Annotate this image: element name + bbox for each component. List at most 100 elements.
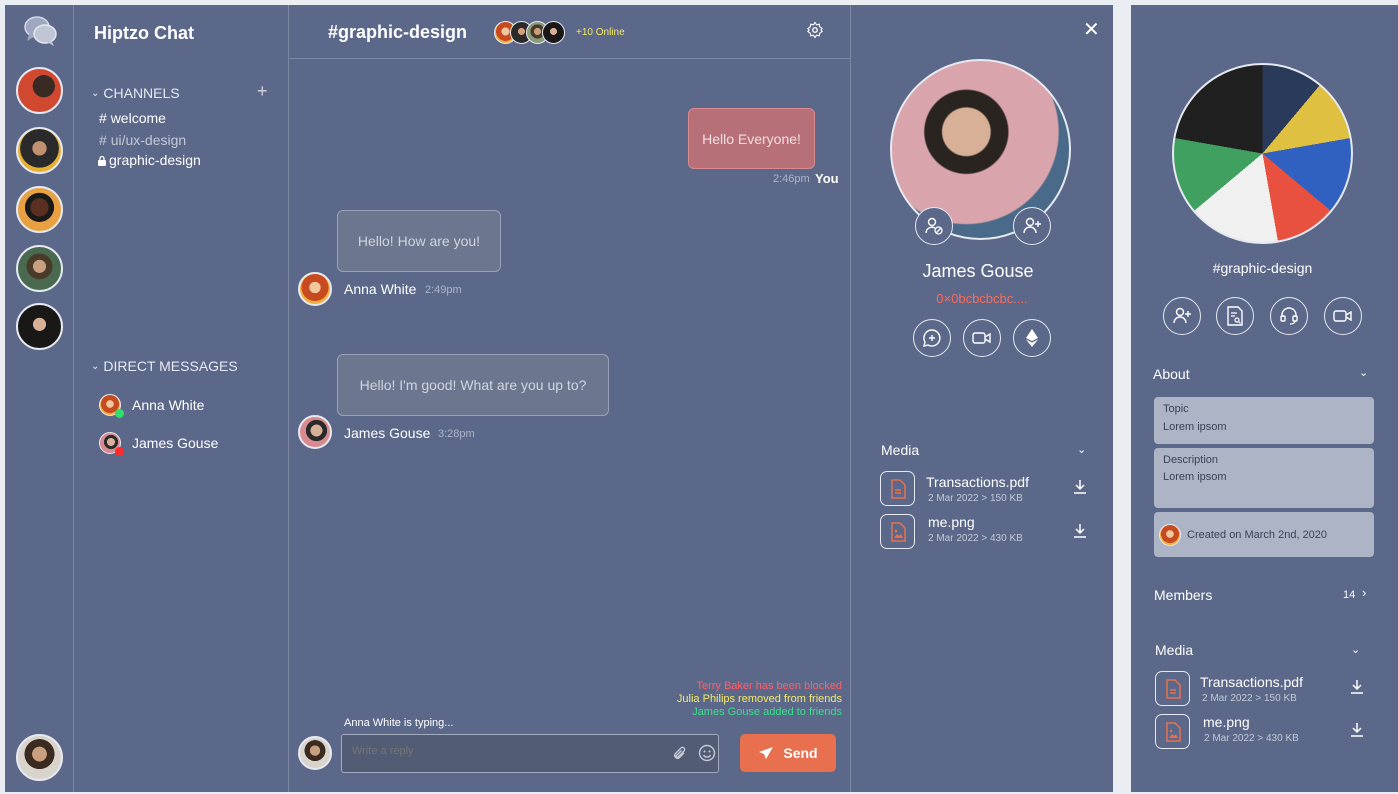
- pdf-file-icon: [1155, 671, 1190, 706]
- created-text: Created on March 2nd, 2020: [1187, 529, 1328, 541]
- chevron-right-icon[interactable]: ›: [1362, 585, 1366, 600]
- user-block-icon: [925, 217, 943, 235]
- avatar[interactable]: [298, 415, 332, 449]
- message-bubble[interactable]: Hello! I'm good! What are you up to?: [337, 354, 609, 416]
- reply-input-box[interactable]: [341, 734, 719, 773]
- topic-value: Lorem ipsom: [1163, 421, 1227, 433]
- block-user-button[interactable]: [915, 207, 953, 245]
- download-icon[interactable]: [1350, 679, 1364, 700]
- message-bubble[interactable]: Hello! How are you!: [337, 210, 501, 272]
- reply-input[interactable]: [352, 745, 652, 757]
- description-value: Lorem ipsom: [1163, 471, 1227, 483]
- dm-item-james-gouse[interactable]: James Gouse: [99, 431, 279, 456]
- download-icon[interactable]: [1073, 523, 1087, 544]
- direct-messages-header[interactable]: ⌄ DIRECT MESSAGES: [91, 358, 238, 374]
- file-name[interactable]: Transactions.pdf: [926, 474, 1029, 490]
- send-button[interactable]: Send: [740, 734, 836, 772]
- chevron-down-icon: ⌄: [91, 87, 100, 99]
- channel-info-panel: #graphic-design About ⌄ Topic Lorem ipso…: [1131, 5, 1398, 792]
- add-channel-icon[interactable]: +: [257, 81, 268, 102]
- download-icon[interactable]: [1073, 479, 1087, 500]
- file-meta: 2 Mar 2022 > 150 KB: [1202, 693, 1297, 704]
- server-avatar-5[interactable]: [16, 303, 63, 350]
- channel-item-welcome[interactable]: # welcome: [99, 110, 166, 126]
- chat-logo-icon[interactable]: [24, 15, 58, 52]
- notification-removed: Julia Philips removed from friends: [676, 693, 842, 705]
- video-icon: [1333, 310, 1352, 322]
- gear-icon[interactable]: [806, 21, 824, 44]
- notification-added: James Gouse added to friends: [692, 706, 842, 718]
- typing-indicator: Anna White is typing...: [344, 717, 454, 729]
- profile-name: James Gouse: [922, 261, 1034, 281]
- pdf-file-icon: [880, 471, 915, 506]
- chevron-down-icon[interactable]: ⌄: [1359, 366, 1368, 379]
- chat-panel: #graphic-design +10 Online Hello Everyon…: [289, 5, 851, 792]
- media-label: Media: [1155, 642, 1194, 658]
- members-label[interactable]: Members: [1154, 587, 1212, 603]
- add-friend-button[interactable]: [1013, 207, 1051, 245]
- message-time: 3:28pm: [438, 428, 475, 440]
- channels-header[interactable]: ⌄ CHANNELS: [91, 85, 180, 101]
- chat-button[interactable]: [913, 319, 951, 357]
- add-member-button[interactable]: [1163, 297, 1201, 335]
- wallet-address[interactable]: 0×0bcbcbcbc....: [851, 291, 1113, 306]
- message-author: You: [815, 171, 839, 186]
- chevron-down-icon[interactable]: ⌄: [1077, 443, 1086, 456]
- server-avatar-3[interactable]: [16, 186, 63, 233]
- server-rail: [5, 5, 74, 792]
- topic-card: Topic Lorem ipsom: [1154, 397, 1374, 444]
- dm-item-anna-white[interactable]: Anna White: [99, 393, 279, 418]
- status-dot: [115, 447, 124, 456]
- current-user-avatar[interactable]: [298, 736, 332, 770]
- channel-name: #graphic-design: [1212, 260, 1313, 276]
- members-count: 14: [1343, 589, 1356, 601]
- online-avatars[interactable]: [494, 21, 569, 45]
- file-name[interactable]: Transactions.pdf: [1200, 674, 1303, 690]
- file-meta: 2 Mar 2022 > 150 KB: [928, 493, 1023, 504]
- own-message-bubble[interactable]: Hello Everyone!: [688, 108, 815, 169]
- video-call-button[interactable]: [1324, 297, 1362, 335]
- paperclip-icon[interactable]: [672, 745, 688, 768]
- ethereum-button[interactable]: [1013, 319, 1051, 357]
- user-profile-panel: ✕ James Gouse 0×0bcbcbcbc.... Media ⌄ Tr…: [851, 5, 1113, 792]
- video-call-button[interactable]: [963, 319, 1001, 357]
- file-meta: 2 Mar 2022 > 430 KB: [928, 533, 1023, 544]
- image-file-icon: [880, 514, 915, 549]
- created-card: Created on March 2nd, 2020: [1154, 512, 1374, 557]
- file-name[interactable]: me.png: [928, 514, 975, 530]
- chevron-down-icon[interactable]: ⌄: [1351, 643, 1360, 656]
- status-dot: [115, 409, 124, 418]
- emoji-icon[interactable]: [698, 744, 716, 767]
- current-user-avatar[interactable]: [16, 734, 63, 781]
- media-label: Media: [881, 442, 920, 458]
- support-button[interactable]: [1270, 297, 1308, 335]
- description-card: Description Lorem ipsom: [1154, 448, 1374, 508]
- video-icon: [972, 332, 991, 344]
- message-time: 2:46pm: [773, 173, 810, 185]
- channel-image: [1172, 63, 1353, 244]
- message-time: 2:49pm: [425, 284, 462, 296]
- headset-icon: [1280, 307, 1298, 325]
- file-name[interactable]: me.png: [1203, 714, 1250, 730]
- channel-item-graphic-design[interactable]: graphic-design: [97, 152, 201, 168]
- about-label: About: [1153, 366, 1190, 382]
- send-icon: [759, 747, 774, 759]
- user-add-icon: [1173, 307, 1191, 324]
- topic-label: Topic: [1163, 403, 1189, 415]
- server-avatar-1[interactable]: [16, 67, 63, 114]
- close-icon[interactable]: ✕: [1083, 20, 1100, 40]
- app-title: Hiptzo Chat: [94, 23, 194, 43]
- image-file-icon: [1155, 714, 1190, 749]
- online-count: +10 Online: [576, 27, 625, 38]
- channel-title: #graphic-design: [328, 22, 468, 42]
- sidebar: Hiptzo Chat ⌄ CHANNELS + # welcome # ui/…: [74, 5, 289, 792]
- server-avatar-2[interactable]: [16, 127, 63, 174]
- avatar[interactable]: [298, 272, 332, 306]
- channel-item-ui-ux-design[interactable]: # ui/ux-design: [99, 132, 186, 148]
- notifications-list: Terry Baker has been blocked Julia Phili…: [677, 680, 842, 719]
- search-document-button[interactable]: [1216, 297, 1254, 335]
- download-icon[interactable]: [1350, 722, 1364, 743]
- avatar: [542, 21, 565, 44]
- document-search-icon: [1227, 306, 1243, 326]
- server-avatar-4[interactable]: [16, 245, 63, 292]
